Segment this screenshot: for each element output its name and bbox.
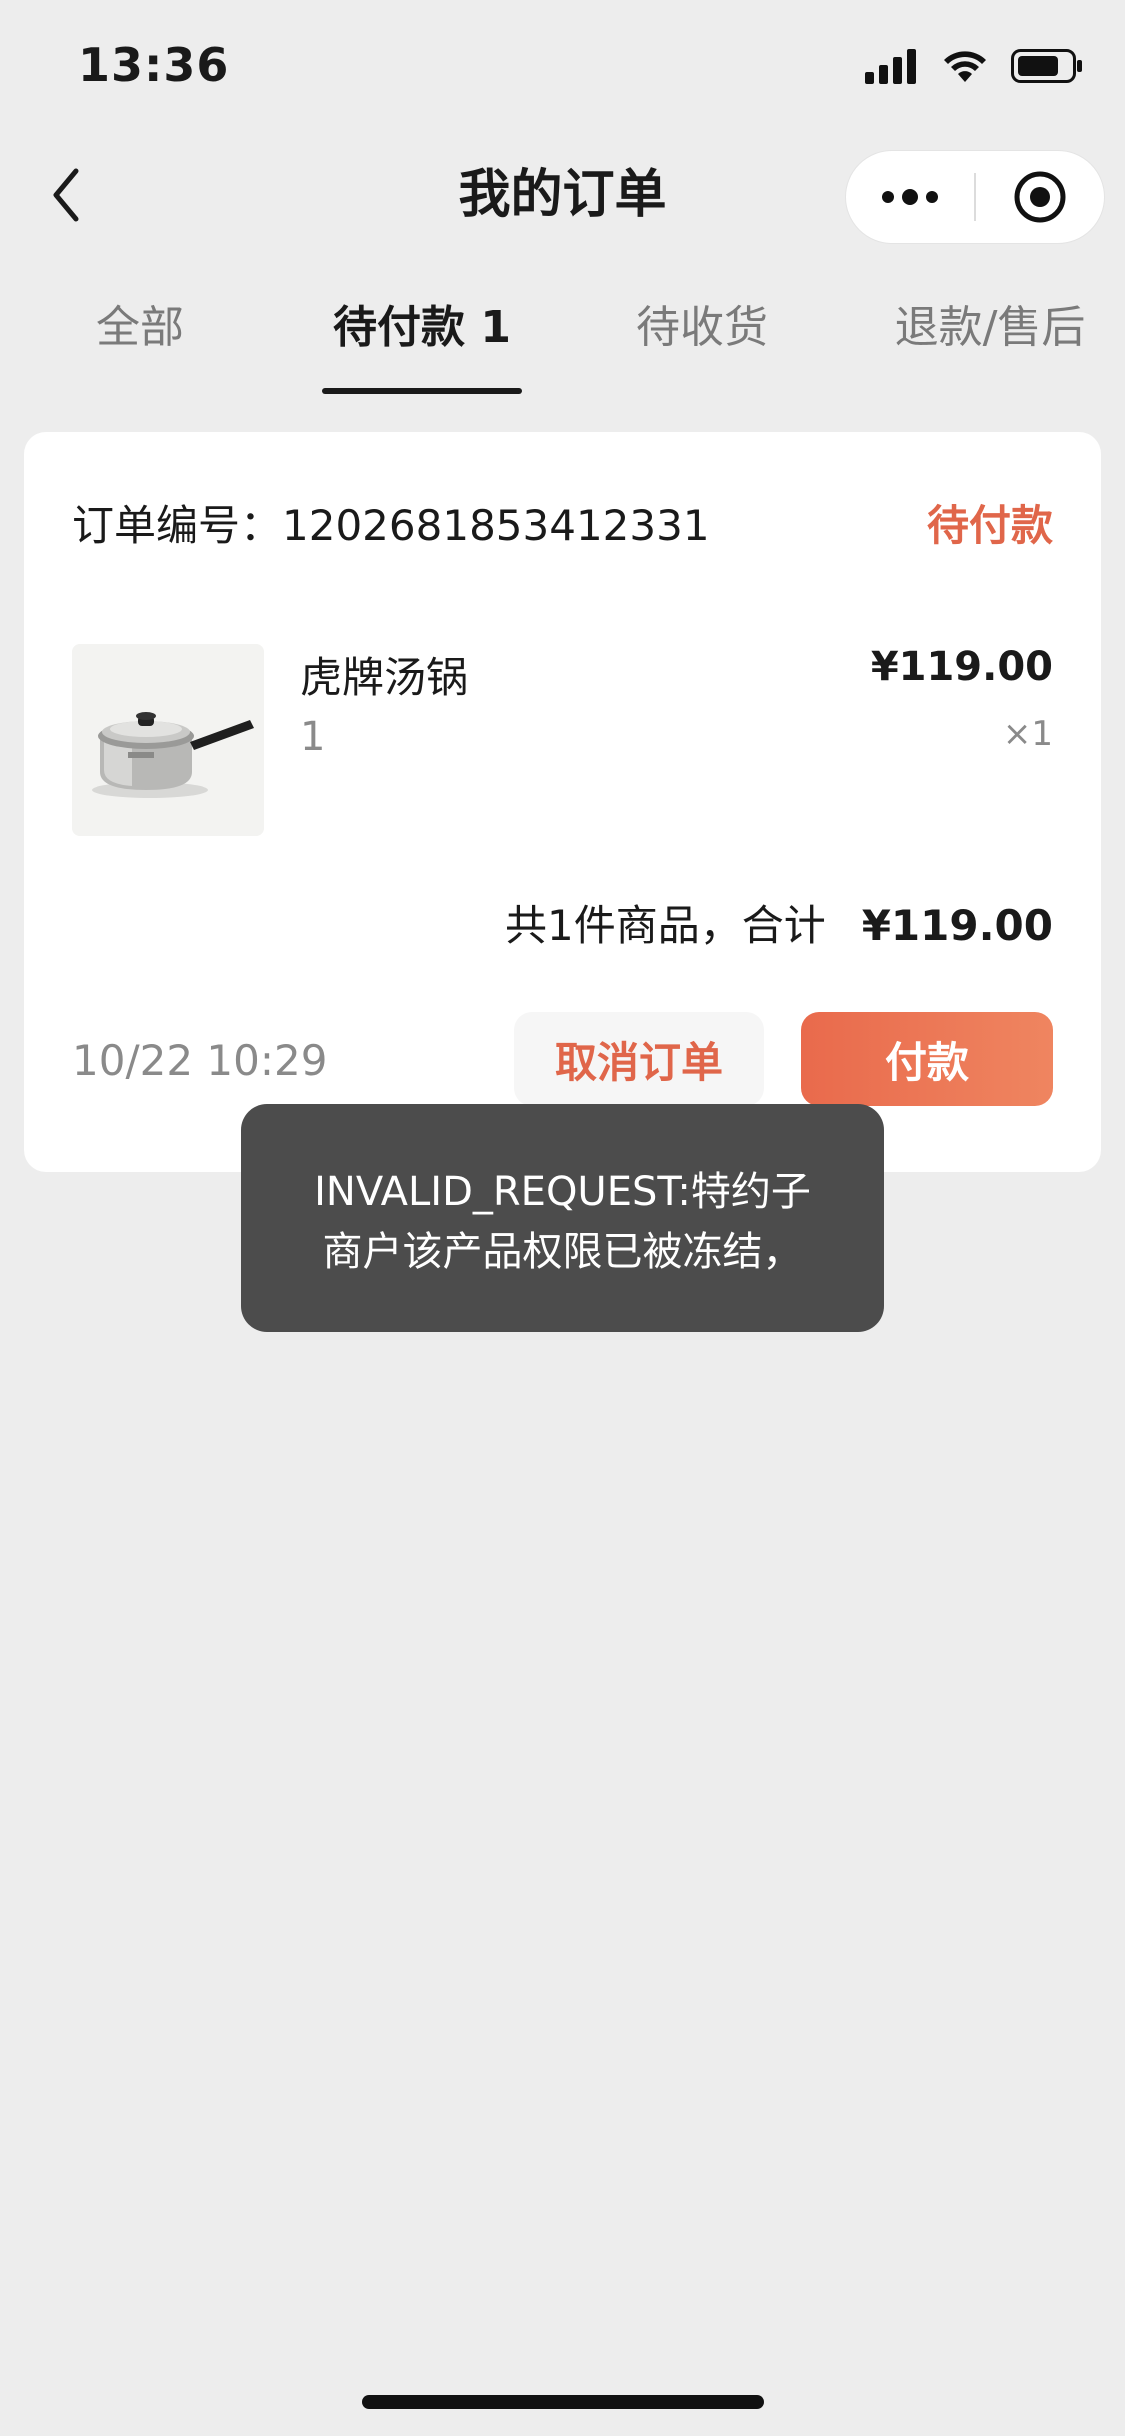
order-status-badge: 待付款 (926, 501, 1053, 550)
tab-pending-payment[interactable]: 待付款 1 (322, 290, 522, 400)
status-bar: 13:36 (0, 0, 1125, 135)
order-time: 10/22 10:29 (72, 1036, 328, 1085)
order-number-label: 订单编号： (72, 501, 283, 550)
product-name: 虎牌汤锅 (300, 653, 469, 702)
more-button[interactable] (846, 151, 974, 243)
order-summary: 共1件商品，合计 ¥119.00 (505, 892, 1053, 953)
mini-program-capsule (845, 150, 1105, 244)
target-circle-icon (1014, 171, 1066, 223)
tab-pending-receipt[interactable]: 待收货 (602, 290, 802, 400)
saucepan-image-icon (72, 644, 264, 836)
order-number: 订单编号：1202681853412331 (72, 492, 710, 553)
product-quantity: ×1 (1002, 714, 1053, 754)
cancel-order-button[interactable]: 取消订单 (514, 1012, 764, 1106)
summary-total: ¥119.00 (861, 901, 1053, 950)
home-indicator[interactable] (362, 2395, 764, 2409)
active-tab-indicator (322, 388, 522, 394)
tab-all[interactable]: 全部 (40, 290, 240, 400)
close-mini-program-button[interactable] (976, 151, 1104, 243)
order-tabs: 全部 待付款 1 待收货 退款/售后 (0, 290, 1125, 400)
battery-icon (1011, 49, 1082, 83)
order-card[interactable]: 订单编号：1202681853412331 待付款 虎牌汤锅 1 ¥119.00… (24, 432, 1101, 1172)
cellular-signal-icon (865, 49, 916, 84)
status-icons (863, 48, 1085, 84)
product-image[interactable] (72, 644, 264, 836)
order-list-page: 13:36 我的订单 全部 待付款 1 待收货 退款/售后 订单编号：12026… (0, 0, 1125, 2436)
toast-line-2: 商户该产品权限已被冻结， (322, 1229, 803, 1275)
pay-button[interactable]: 付款 (801, 1012, 1053, 1106)
error-toast: INVALID_REQUEST:特约子 商户该产品权限已被冻结， (241, 1104, 884, 1332)
status-time: 13:36 (78, 38, 230, 92)
more-dots-icon (882, 189, 938, 205)
product-price: ¥119.00 (870, 644, 1053, 690)
order-number-value: 1202681853412331 (282, 501, 710, 550)
tab-refund-aftersale[interactable]: 退款/售后 (870, 290, 1110, 400)
wifi-icon (944, 51, 986, 82)
summary-text: 共1件商品，合计 (504, 901, 826, 950)
product-spec: 1 (300, 714, 326, 760)
toast-line-1: INVALID_REQUEST:特约子 (314, 1169, 811, 1215)
